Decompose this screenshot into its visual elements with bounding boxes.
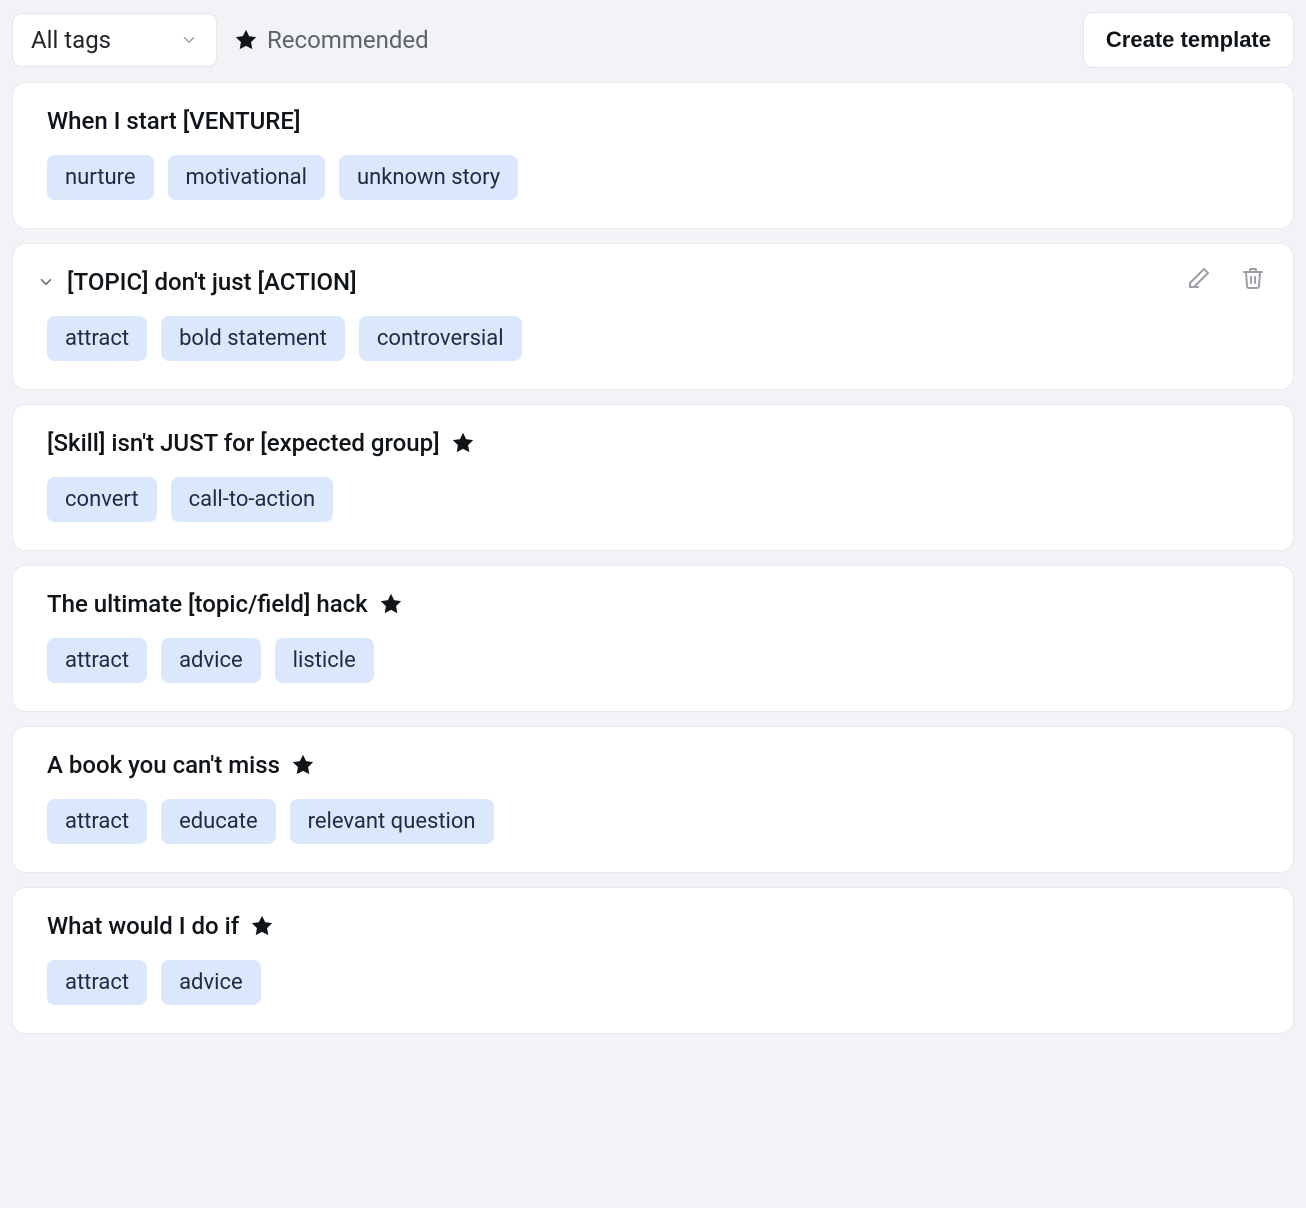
tag-chip[interactable]: unknown story — [339, 155, 518, 200]
tag-chip[interactable]: listicle — [275, 638, 374, 683]
tag-chip[interactable]: call-to-action — [171, 477, 334, 522]
tags-row: attract educate relevant question — [47, 799, 1259, 844]
tag-chip[interactable]: educate — [161, 799, 276, 844]
tag-chip[interactable]: attract — [47, 960, 147, 1005]
tag-chip[interactable]: bold statement — [161, 316, 345, 361]
trash-icon[interactable] — [1241, 266, 1265, 290]
template-title-row: A book you can't miss — [47, 751, 1259, 779]
tag-chip[interactable]: motivational — [168, 155, 325, 200]
template-card[interactable]: [Skill] isn't JUST for [expected group] c… — [12, 404, 1294, 551]
star-icon[interactable] — [251, 915, 273, 937]
star-icon[interactable] — [292, 754, 314, 776]
tags-row: attract advice listicle — [47, 638, 1259, 683]
tag-chip[interactable]: advice — [161, 960, 261, 1005]
tag-chip[interactable]: relevant question — [290, 799, 494, 844]
tag-chip[interactable]: advice — [161, 638, 261, 683]
tags-dropdown[interactable]: All tags — [12, 13, 217, 67]
template-title: [TOPIC] don't just [ACTION] — [67, 268, 357, 296]
tags-dropdown-label: All tags — [31, 26, 111, 54]
template-title-row: [TOPIC] don't just [ACTION] — [47, 268, 1259, 296]
card-actions — [1187, 266, 1265, 290]
recommended-label: Recommended — [267, 26, 429, 54]
chevron-down-icon — [180, 31, 198, 49]
tag-chip[interactable]: convert — [47, 477, 157, 522]
tags-row: attract advice — [47, 960, 1259, 1005]
recommended-filter[interactable]: Recommended — [235, 26, 429, 54]
template-title: What would I do if — [47, 912, 239, 940]
template-title-row: What would I do if — [47, 912, 1259, 940]
tag-chip[interactable]: attract — [47, 316, 147, 361]
star-icon — [235, 29, 257, 51]
tag-chip[interactable]: controversial — [359, 316, 522, 361]
create-template-button[interactable]: Create template — [1083, 12, 1294, 68]
template-list: When I start [VENTURE] nurture motivationa… — [12, 82, 1294, 1034]
template-title: [Skill] isn't JUST for [expected group] — [47, 429, 440, 457]
tag-chip[interactable]: nurture — [47, 155, 154, 200]
tag-chip[interactable]: attract — [47, 638, 147, 683]
template-title: When I start [VENTURE] — [47, 107, 300, 135]
tags-row: nurture motivational unknown story — [47, 155, 1259, 200]
template-title: A book you can't miss — [47, 751, 280, 779]
template-card[interactable]: [TOPIC] don't just [ACTION] attract bold s… — [12, 243, 1294, 390]
template-title: The ultimate [topic/field] hack — [47, 590, 368, 618]
template-title-row: When I start [VENTURE] — [47, 107, 1259, 135]
chevron-down-icon[interactable] — [37, 273, 55, 291]
template-title-row: [Skill] isn't JUST for [expected group] — [47, 429, 1259, 457]
tags-row: attract bold statement controversial — [47, 316, 1259, 361]
toolbar: All tags Recommended Create template — [12, 12, 1294, 68]
tag-chip[interactable]: attract — [47, 799, 147, 844]
template-card[interactable]: What would I do if attract advice — [12, 887, 1294, 1034]
star-icon[interactable] — [380, 593, 402, 615]
template-card[interactable]: A book you can't miss attract educate relev… — [12, 726, 1294, 873]
edit-icon[interactable] — [1187, 266, 1211, 290]
template-title-row: The ultimate [topic/field] hack — [47, 590, 1259, 618]
template-card[interactable]: The ultimate [topic/field] hack attract ad… — [12, 565, 1294, 712]
template-card[interactable]: When I start [VENTURE] nurture motivationa… — [12, 82, 1294, 229]
star-icon[interactable] — [452, 432, 474, 454]
tags-row: convert call-to-action — [47, 477, 1259, 522]
